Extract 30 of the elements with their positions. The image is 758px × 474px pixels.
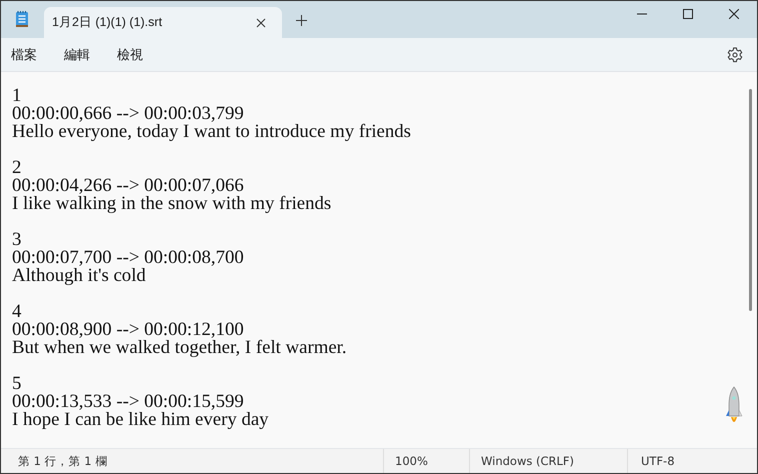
text-line: 00:00:04,266 --> 00:00:07,066	[12, 177, 244, 195]
text-line: Hello everyone, today I want to introduce my friends	[12, 123, 411, 141]
scrollbar[interactable]	[749, 89, 752, 311]
menu-item[interactable]: 編輯	[64, 46, 90, 64]
settings-icon[interactable]	[727, 46, 743, 62]
zoom-level: 100%	[383, 449, 469, 473]
text-line: 2	[12, 159, 22, 177]
text-line: Although it's cold	[12, 267, 146, 285]
text-line: I hope I can be like him every day	[12, 411, 269, 429]
cursor-position: 第 1 行，第 1 欄	[17, 452, 108, 470]
text-line: 00:00:08,900 --> 00:00:12,100	[12, 321, 244, 339]
text-line: I like walking in the snow with my friends	[12, 195, 332, 213]
close-icon	[729, 8, 739, 18]
text-line: But when we walked together, I felt warmer.	[12, 339, 347, 357]
menu-item[interactable]: 檢視	[117, 46, 143, 64]
close-icon[interactable]	[254, 16, 268, 30]
add-tab-button[interactable]	[294, 13, 309, 28]
text-line: 1	[12, 87, 22, 105]
menu-item[interactable]: 檔案	[11, 46, 37, 64]
text-line: 3	[12, 231, 22, 249]
text-line: 00:00:00,666 --> 00:00:03,799	[12, 105, 244, 123]
notepad-icon	[15, 10, 29, 28]
text-line: 00:00:07,700 --> 00:00:08,700	[12, 249, 244, 267]
text-line: 5	[12, 375, 22, 393]
document-tab[interactable]: 1月2日 (1)(1) (1).srt	[44, 7, 282, 38]
maximize-icon	[683, 8, 693, 18]
line-ending: Windows (CRLF)	[469, 449, 627, 473]
text-line: 00:00:13,533 --> 00:00:15,599	[12, 393, 244, 411]
text-line: 4	[12, 303, 22, 321]
encoding: UTF-8	[627, 449, 675, 473]
